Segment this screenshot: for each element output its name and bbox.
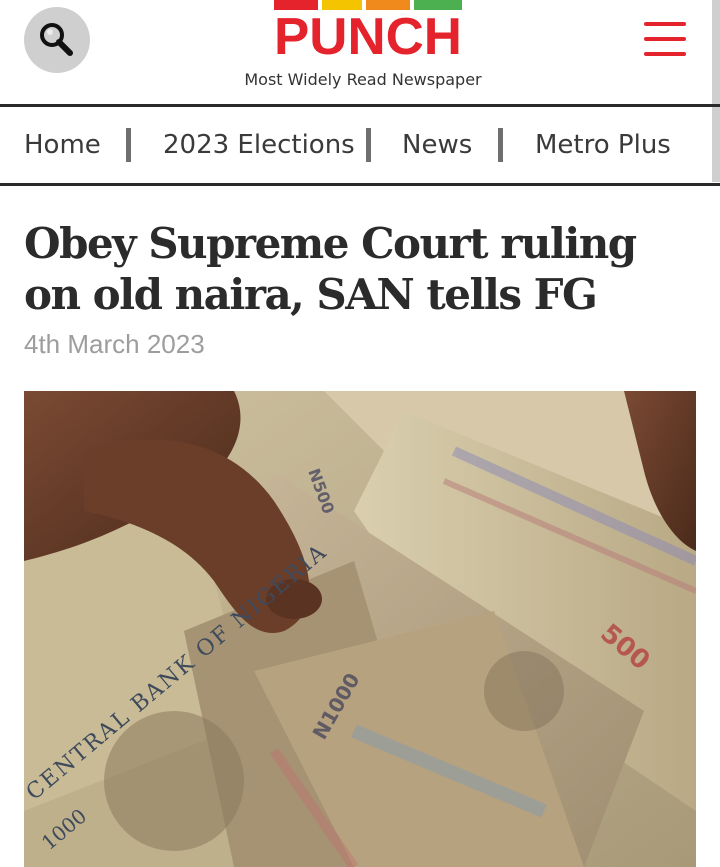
nav-item-news[interactable]: News xyxy=(402,107,472,183)
menu-button[interactable] xyxy=(644,22,688,58)
article-headline: Obey Supreme Court ruling on old naira, … xyxy=(24,219,637,319)
hamburger-menu-icon xyxy=(644,22,686,26)
nav-divider xyxy=(0,183,720,186)
punch-logo[interactable]: PUNCH xyxy=(270,0,466,58)
logo-text: PUNCH xyxy=(274,8,462,58)
article-image[interactable]: CENTRAL BANK OF NIGERIA 1000 500 N500 N1… xyxy=(24,391,696,867)
nav-separator xyxy=(498,128,503,162)
site-tagline: Most Widely Read Newspaper xyxy=(244,70,482,89)
nav-item-2023-elections[interactable]: 2023 Elections xyxy=(163,107,355,183)
nav-separator xyxy=(126,128,131,162)
search-button[interactable] xyxy=(24,7,90,73)
site-header: PUNCH Most Widely Read Newspaper xyxy=(0,0,712,105)
scrollbar[interactable] xyxy=(712,0,720,182)
main-navigation: Home 2023 Elections News Metro Plus xyxy=(0,107,712,183)
nav-separator xyxy=(366,128,371,162)
nav-item-home[interactable]: Home xyxy=(24,107,101,183)
article-date: 4th March 2023 xyxy=(24,329,205,359)
naira-notes-photo: CENTRAL BANK OF NIGERIA 1000 500 N500 N1… xyxy=(24,391,696,867)
search-icon xyxy=(40,23,73,56)
nav-item-metro-plus[interactable]: Metro Plus xyxy=(535,107,671,183)
